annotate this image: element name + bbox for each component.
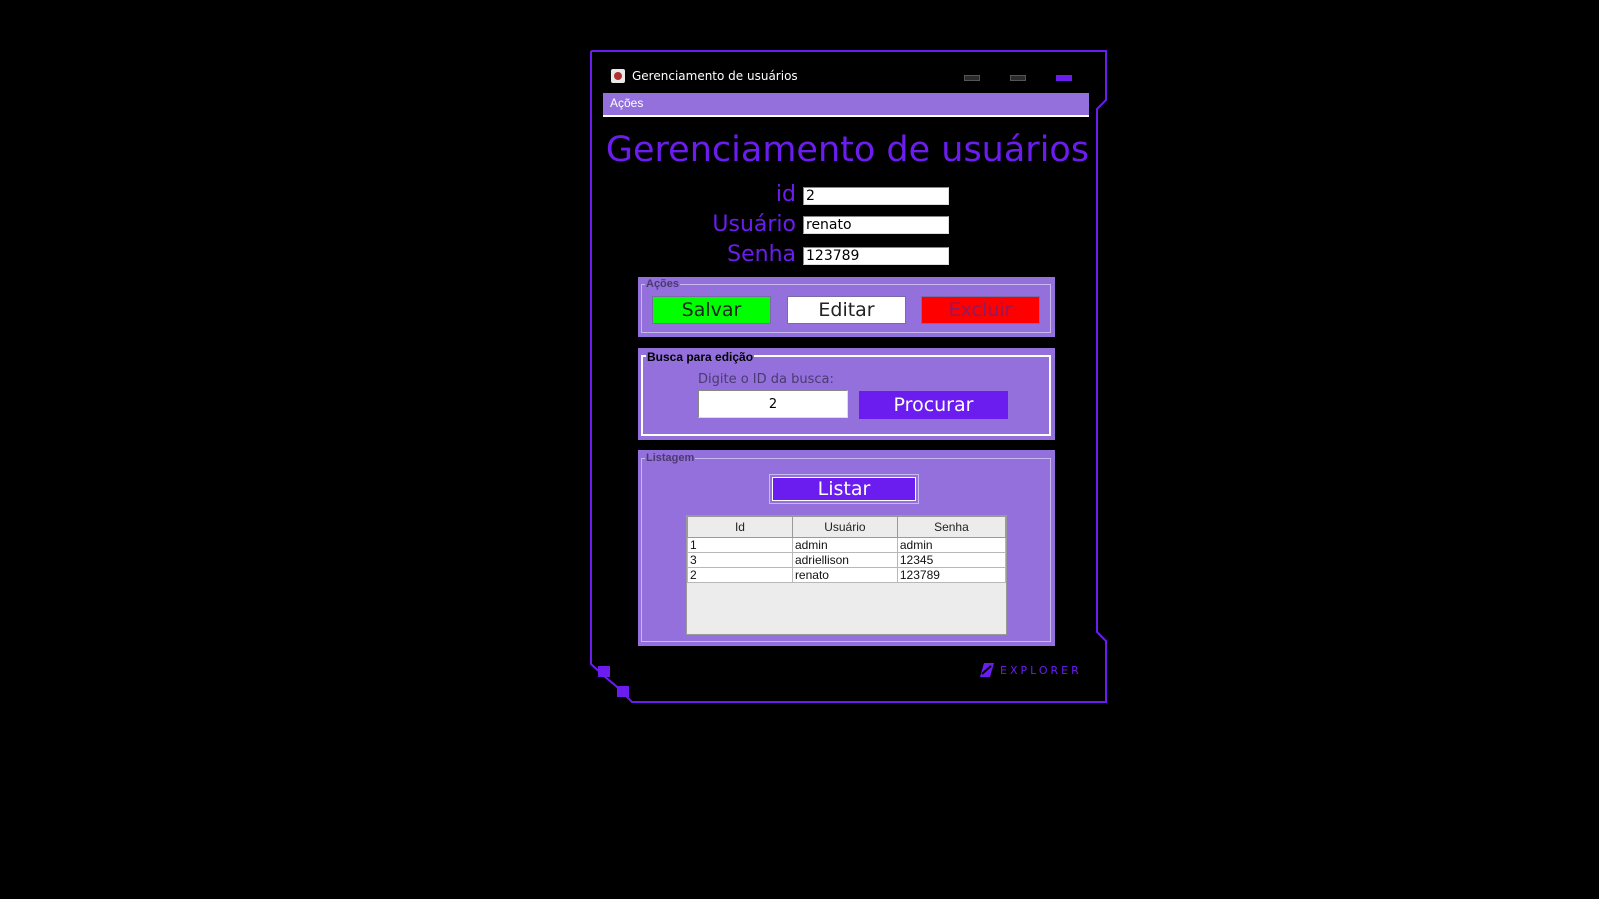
actions-legend: Ações	[645, 278, 681, 290]
column-header-usuario[interactable]: Usuário	[791, 516, 898, 538]
table-cell-usuario[interactable]: renato	[791, 567, 898, 583]
table-cell-id[interactable]: 3	[687, 552, 793, 568]
table-row[interactable]: 3 adriellison 12345	[687, 552, 1007, 568]
table-cell-id[interactable]: 2	[687, 567, 793, 583]
app-window: Gerenciamento de usuários Ações Gerencia…	[0, 0, 1599, 899]
listing-legend: Listagem	[645, 452, 696, 464]
table-row[interactable]: 2 renato 123789	[687, 567, 1007, 583]
password-label: Senha	[727, 242, 796, 267]
delete-button[interactable]: Excluir	[921, 296, 1040, 324]
minimize-icon	[964, 75, 980, 81]
password-field[interactable]	[803, 247, 949, 265]
edit-button[interactable]: Editar	[787, 296, 906, 324]
search-button[interactable]: Procurar	[859, 391, 1008, 419]
frame-corner-square	[617, 686, 629, 697]
explorer-brand: EXPLORER	[1000, 664, 1082, 677]
table-cell-senha[interactable]: admin	[896, 537, 1007, 553]
table-row[interactable]: 1 admin admin	[687, 537, 1007, 553]
maximize-icon	[1056, 75, 1072, 81]
column-header-id[interactable]: Id	[687, 516, 793, 538]
table-cell-id[interactable]: 1	[687, 537, 793, 553]
app-icon	[611, 69, 625, 83]
restore-button[interactable]	[1003, 71, 1033, 85]
window-title: Gerenciamento de usuários	[632, 69, 798, 83]
save-button[interactable]: Salvar	[652, 296, 771, 324]
table-cell-senha[interactable]: 123789	[896, 567, 1007, 583]
menubar: Ações	[603, 93, 1089, 117]
minimize-button[interactable]	[957, 71, 987, 85]
id-label: id	[775, 182, 796, 207]
frame-corner-square	[598, 666, 610, 677]
id-field[interactable]	[803, 187, 949, 205]
table-cell-usuario[interactable]: adriellison	[791, 552, 898, 568]
explorer-logo-icon	[980, 663, 994, 677]
menu-acoes[interactable]: Ações	[610, 96, 643, 110]
listing-panel: Listagem Listar Id Usuário Senha 1 admin…	[638, 450, 1055, 646]
table-header-row: Id Usuário Senha	[687, 516, 1007, 538]
user-field[interactable]	[803, 216, 949, 234]
search-id-input[interactable]	[698, 390, 848, 418]
list-button[interactable]: Listar	[772, 477, 916, 501]
users-table-viewport: Id Usuário Senha 1 admin admin 3 adriell…	[686, 515, 1007, 635]
user-label: Usuário	[712, 212, 796, 237]
restore-icon	[1010, 75, 1026, 81]
maximize-button[interactable]	[1049, 71, 1079, 85]
search-panel: Busca para edição Digite o ID da busca: …	[638, 348, 1055, 440]
table-cell-usuario[interactable]: admin	[791, 537, 898, 553]
actions-panel: Ações Salvar Editar Excluir	[638, 277, 1055, 337]
column-header-senha[interactable]: Senha	[896, 516, 1007, 538]
search-legend: Busca para edição	[646, 350, 755, 364]
table-cell-senha[interactable]: 12345	[896, 552, 1007, 568]
search-prompt: Digite o ID da busca:	[698, 372, 834, 387]
page-title: Gerenciamento de usuários	[605, 130, 1090, 170]
users-table: Id Usuário Senha 1 admin admin 3 adriell…	[687, 516, 1007, 583]
